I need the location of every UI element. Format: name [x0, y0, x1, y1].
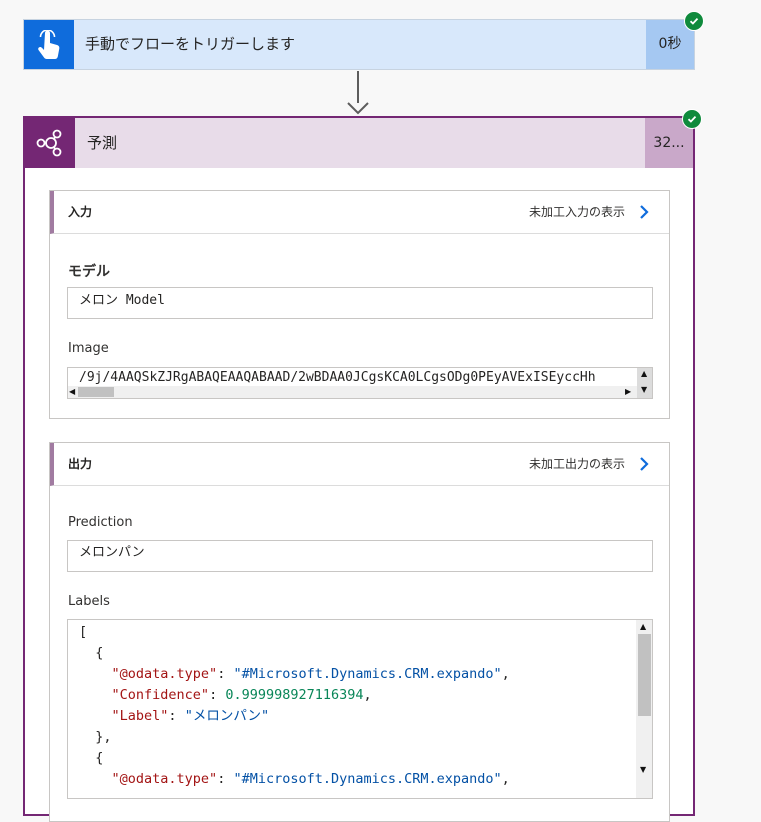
trigger-title: 手動でフローをトリガーします: [85, 35, 296, 53]
vertical-scrollbar[interactable]: ▲ ▼: [636, 620, 652, 798]
inputs-section: 入力 未加工入力の表示 モデル メロン Model Image /9j/4AAQ…: [49, 190, 670, 419]
labels-label: Labels: [68, 594, 110, 609]
hand-pointer-icon: [24, 20, 74, 69]
prediction-value: メロンパン: [79, 545, 145, 560]
model-label: モデル: [68, 264, 110, 280]
model-field: メロン Model: [67, 287, 653, 319]
chevron-right-icon[interactable]: [637, 456, 651, 472]
outputs-section: 出力 未加工出力の表示 Prediction メロンパン Labels [ { …: [49, 442, 670, 822]
chevron-right-icon[interactable]: [637, 204, 651, 220]
show-raw-outputs-link[interactable]: 未加工出力の表示: [529, 443, 625, 485]
predict-action-card: 予測 32... 入力 未加工入力の表示 モデル メロン Model Image…: [23, 116, 695, 822]
arrow-down-icon: [347, 102, 369, 115]
success-check-icon: [682, 109, 702, 129]
labels-json: [ { "@odata.type": "#Microsoft.Dynamics.…: [79, 624, 510, 787]
prediction-field: メロンパン: [67, 540, 653, 572]
scroll-corner: ▲ ▼: [637, 368, 652, 398]
labels-json-field: [ { "@odata.type": "#Microsoft.Dynamics.…: [67, 619, 653, 799]
ai-builder-icon: [25, 118, 75, 168]
horizontal-scrollbar[interactable]: ◀ ▶: [68, 386, 652, 398]
show-raw-inputs-link[interactable]: 未加工入力の表示: [529, 191, 625, 233]
success-check-icon: [684, 11, 704, 31]
inputs-header: 入力 未加工入力の表示: [50, 191, 669, 234]
scroll-down-icon[interactable]: ▼: [640, 766, 646, 774]
scroll-down-icon[interactable]: ▼: [641, 386, 647, 394]
scroll-left-icon[interactable]: ◀: [69, 388, 75, 396]
outputs-header: 出力 未加工出力の表示: [50, 443, 669, 486]
scrollbar-thumb[interactable]: [78, 387, 114, 397]
scroll-right-icon[interactable]: ▶: [625, 388, 631, 396]
prediction-label: Prediction: [68, 515, 133, 530]
inputs-title: 入力: [68, 205, 93, 219]
trigger-card[interactable]: 手動でフローをトリガーします 0秒: [23, 19, 695, 70]
model-value: メロン Model: [79, 293, 165, 308]
outputs-title: 出力: [68, 457, 93, 471]
image-field: /9j/4AAQSkZJRgABAQEAAQABAAD/2wBDAA0JCgsK…: [67, 367, 653, 399]
action-header[interactable]: 予測 32...: [25, 118, 693, 168]
scroll-up-icon[interactable]: ▲: [640, 623, 646, 631]
action-title: 予測: [87, 134, 118, 152]
image-value: /9j/4AAQSkZJRgABAQEAAQABAAD/2wBDAA0JCgsK…: [79, 370, 596, 385]
scroll-up-icon[interactable]: ▲: [641, 370, 647, 378]
scrollbar-thumb[interactable]: [638, 634, 651, 716]
image-label: Image: [68, 341, 109, 356]
